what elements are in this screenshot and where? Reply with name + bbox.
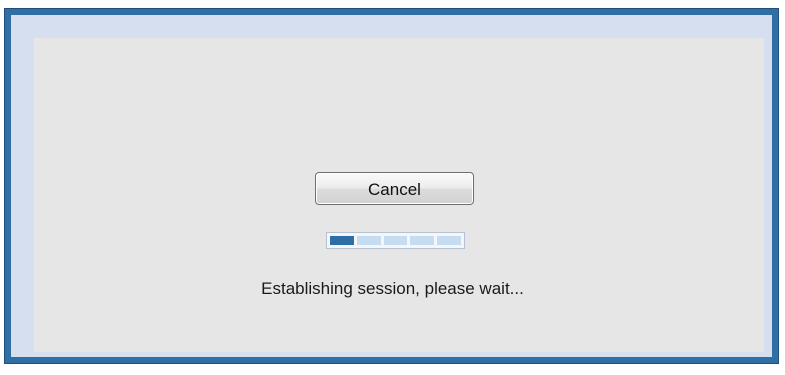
cancel-button[interactable]: Cancel (315, 172, 474, 205)
progress-segment-filled (330, 236, 354, 245)
progress-segment-empty (383, 236, 408, 245)
progress-segment-empty (356, 236, 381, 245)
status-message: Establishing session, please wait... (261, 279, 524, 298)
progress-segment-empty (410, 236, 435, 245)
session-dialog-window: Cancel Establishing session, please wait… (4, 8, 779, 364)
progress-segment-empty (437, 236, 461, 245)
progress-bar (326, 232, 465, 249)
